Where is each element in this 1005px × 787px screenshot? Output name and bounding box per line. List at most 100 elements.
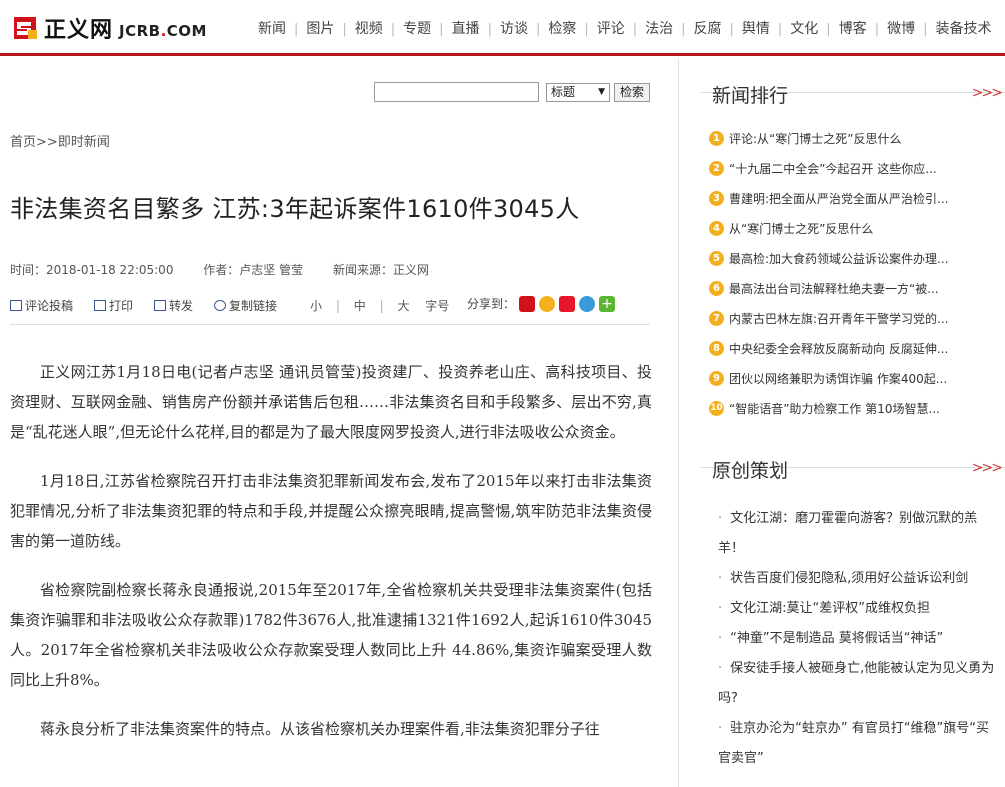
original-header: 原创策划 >>> — [700, 434, 1005, 482]
share-jcrb-icon[interactable] — [519, 295, 536, 312]
original-item-text: 状告百度们侵犯隐私,须用好公益诉讼利剑 — [730, 571, 969, 586]
nav-item-blog[interactable]: 博客 — [831, 18, 875, 40]
ranking-item-text: 评论:从“寒门博士之死”反思什么 — [729, 131, 902, 146]
nav-item-interview[interactable]: 访谈 — [492, 18, 536, 40]
ranking-item[interactable]: 5 最高检:加大食药领域公益诉讼案件办理... — [709, 243, 1005, 273]
nav-item-weibo[interactable]: 微博 — [879, 18, 923, 40]
breadcrumb: 首页>>即时新闻 — [10, 131, 110, 150]
share-bar: 分享到： + — [467, 295, 616, 312]
nav-item-law[interactable]: 法治 — [637, 18, 681, 40]
nav-item-anticorruption[interactable]: 反腐 — [686, 18, 730, 40]
search-scope-select[interactable]: 标题 ▼ — [546, 82, 610, 102]
ranking-header: 新闻排行 >>> — [700, 59, 1005, 107]
column-divider — [678, 59, 679, 787]
ranking-item[interactable]: 9 团伙以网络兼职为诱饵诈骗 作案400起... — [709, 363, 1005, 393]
copy-link-label: 复制链接 — [229, 299, 278, 313]
nav-item-public-opinion[interactable]: 舆情 — [734, 18, 778, 40]
nav-item-culture[interactable]: 文化 — [782, 18, 826, 40]
ranking-list: 1 评论:从“寒门博士之死”反思什么 2 “十九届二中全会”今起召开 这些你应...… — [709, 123, 1005, 423]
original-item[interactable]: · 保安徒手接人被砸身亡,他能被认定为见义勇为吗? — [718, 654, 998, 714]
nav-item-pictures[interactable]: 图片 — [298, 18, 342, 40]
nav-item-equipment[interactable]: 装备技术 — [927, 18, 999, 40]
article-title: 非法集资名目繁多 江苏:3年起诉案件1610件3045人 — [10, 195, 580, 223]
nav-item-live[interactable]: 直播 — [444, 18, 488, 40]
comment-label: 评论投稿 — [25, 299, 74, 313]
ranking-item[interactable]: 8 中央纪委全会释放反腐新动向 反腐延伸... — [709, 333, 1005, 363]
ranking-item[interactable]: 10 “智能语音”助力检察工作 第10场智慧... — [709, 393, 1005, 423]
ranking-item-text: “十九届二中全会”今起召开 这些你应... — [729, 161, 937, 176]
share-more-icon[interactable]: + — [599, 295, 616, 312]
print-icon — [94, 300, 106, 311]
article-paragraph: 省检察院副检察长蒋永良通报说,2015年至2017年,全省检察机关共受理非法集资… — [10, 581, 652, 689]
ranking-item-text: “智能语音”助力检察工作 第10场智慧... — [729, 401, 940, 416]
site-logo[interactable]: 正义网 JCRB.COM — [12, 12, 207, 44]
forward-button[interactable]: 转发 — [154, 297, 193, 314]
rank-badge: 10 — [709, 400, 724, 416]
logo-mark-icon — [12, 14, 40, 42]
original-title: 原创策划 — [712, 460, 789, 482]
rank-badge: 8 — [709, 340, 724, 356]
original-item[interactable]: · 文化江湖:莫让“差评权”成维权负担 — [718, 594, 998, 624]
ranking-title: 新闻排行 — [712, 85, 789, 107]
nav-item-comment[interactable]: 评论 — [589, 18, 633, 40]
breadcrumb-current[interactable]: 即时新闻 — [58, 135, 110, 150]
article-paragraph: 正义网江苏1月18日电(记者卢志坚 通讯员管莹)投资建厂、投资养老山庄、高科技项… — [10, 363, 652, 441]
ranking-item-text: 中央纪委全会释放反腐新动向 反腐延伸... — [729, 341, 949, 356]
copy-link-button[interactable]: 复制链接 — [214, 297, 277, 314]
nav-item-video[interactable]: 视频 — [347, 18, 391, 40]
bullet-icon: · — [718, 661, 723, 676]
search-input[interactable] — [374, 82, 539, 102]
ranking-item[interactable]: 7 内蒙古巴林左旗:召开青年干警学习党的... — [709, 303, 1005, 333]
link-icon — [214, 300, 226, 311]
article-source: 新闻来源：正义网 — [332, 263, 429, 277]
main-content: 标题 ▼ 检索 首页>>即时新闻 非法集资名目繁多 江苏:3年起诉案件1610件… — [0, 59, 678, 787]
ranking-item[interactable]: 2 “十九届二中全会”今起召开 这些你应... — [709, 153, 1005, 183]
article-paragraph: 蒋永良分析了非法集资案件的特点。从该省检察机关办理案件看,非法集资犯罪分子往 — [40, 720, 600, 738]
site-header: 正义网 JCRB.COM 新闻 | 图片 | 视频 | 专题 | 直播 | 访谈 | 检察 |… — [0, 0, 1005, 56]
breadcrumb-home[interactable]: 首页 — [10, 135, 36, 150]
comment-button[interactable]: 评论投稿 — [10, 297, 73, 314]
comment-icon — [10, 300, 22, 311]
search-button[interactable]: 检索 — [614, 82, 650, 102]
ranking-item-text: 从“寒门博士之死”反思什么 — [729, 221, 874, 236]
share-tencent-icon[interactable] — [579, 295, 596, 312]
nav-item-procuratorate[interactable]: 检察 — [540, 18, 584, 40]
nav-item-topics[interactable]: 专题 — [395, 18, 439, 40]
dropdown-arrow-icon: ▼ — [598, 86, 605, 97]
font-size-small[interactable]: 小 — [310, 299, 322, 313]
original-item[interactable]: · “神童”不是制造品 莫将假话当“神话” — [718, 624, 998, 654]
nav-item-news[interactable]: 新闻 — [250, 18, 294, 40]
ranking-item[interactable]: 3 曹建明:把全面从严治党全面从严治检引... — [709, 183, 1005, 213]
original-item[interactable]: · 驻京办沦为“蛀京办” 有官员打“维稳”旗号“买官卖官” — [718, 714, 998, 774]
original-item-text: 保安徒手接人被砸身亡,他能被认定为见义勇为吗? — [718, 661, 995, 706]
share-label: 分享到： — [467, 297, 516, 311]
original-item[interactable]: · 状告百度们侵犯隐私,须用好公益诉讼利剑 — [718, 564, 998, 594]
ranking-item-text: 团伙以网络兼职为诱饵诈骗 作案400起... — [729, 371, 948, 386]
original-item-text: 文化江湖:莫让“差评权”成维权负担 — [730, 601, 930, 616]
font-size-medium[interactable]: 中 — [354, 299, 366, 313]
ranking-item-text: 曹建明:把全面从严治党全面从严治检引... — [729, 191, 949, 206]
print-button[interactable]: 打印 — [94, 297, 133, 314]
original-item[interactable]: · 文化江湖：磨刀霍霍向游客？别做沉默的羔羊！ — [718, 504, 998, 564]
original-item-text: “神童”不是制造品 莫将假话当“神话” — [730, 631, 944, 646]
logo-text-cn: 正义网 — [44, 17, 114, 43]
ranking-item-text: 最高检:加大食药领域公益诉讼案件办理... — [729, 251, 949, 266]
article-meta: 时间：2018-01-18 22:05:00 作者：卢志坚 管莹 新闻来源：正义… — [10, 261, 455, 278]
rank-badge: 4 — [709, 220, 724, 236]
share-weibo-icon[interactable] — [559, 295, 576, 312]
ranking-item[interactable]: 1 评论:从“寒门博士之死”反思什么 — [709, 123, 1005, 153]
rank-badge: 6 — [709, 280, 724, 296]
ranking-more-link[interactable]: >>> — [972, 85, 1003, 101]
original-more-link[interactable]: >>> — [972, 460, 1003, 476]
article-toolbar: 评论投稿 打印 转发 复制链接 小 | 中 | 大 字号 分享到： + — [10, 295, 650, 325]
rank-badge: 5 — [709, 250, 724, 266]
ranking-item[interactable]: 6 最高法出台司法解释杜绝夫妻一方“被... — [709, 273, 1005, 303]
bullet-icon: · — [718, 721, 723, 736]
article-author: 作者：卢志坚 管莹 — [203, 263, 304, 277]
logo-text-en: JCRB.COM — [119, 22, 207, 40]
ranking-item[interactable]: 4 从“寒门博士之死”反思什么 — [709, 213, 1005, 243]
rank-badge: 1 — [709, 130, 724, 146]
rank-badge: 2 — [709, 160, 724, 176]
font-size-large[interactable]: 大 — [397, 299, 409, 313]
share-qzone-icon[interactable] — [539, 295, 556, 312]
